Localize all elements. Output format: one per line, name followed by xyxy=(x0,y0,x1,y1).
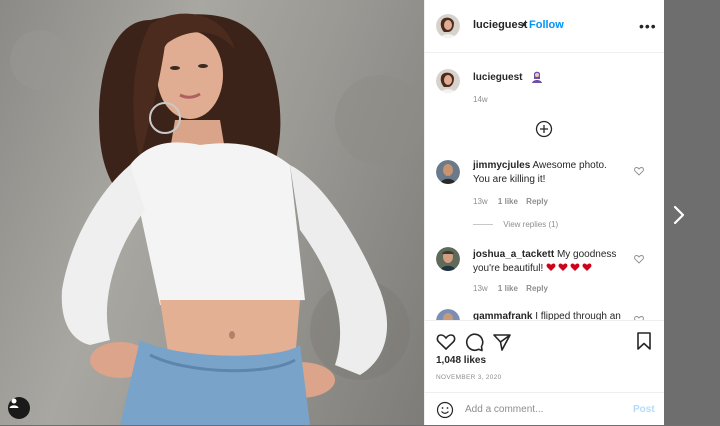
save-bookmark-icon[interactable] xyxy=(635,331,653,351)
next-arrow-icon[interactable] xyxy=(669,200,689,230)
comment-username[interactable]: gammafrank xyxy=(473,311,532,320)
caption-avatar[interactable] xyxy=(436,69,460,93)
add-comment-bar: Post xyxy=(425,392,664,426)
post-photo[interactable] xyxy=(0,0,424,425)
comment-username[interactable]: jimmycjules xyxy=(473,160,530,171)
comment-meta: 13w 1 like Reply xyxy=(473,284,548,293)
comment-time: 13w xyxy=(473,284,488,293)
separator-dot: • xyxy=(522,19,526,31)
comments-list[interactable]: lucieguest 14w jimmycjules Awesome photo… xyxy=(425,53,664,320)
view-replies-label: View replies (1) xyxy=(503,220,559,229)
emoji-smiley-icon[interactable] xyxy=(436,401,454,419)
caption-emoji-icon xyxy=(531,70,543,88)
share-paper-plane-icon[interactable] xyxy=(492,332,512,352)
comment-avatar[interactable] xyxy=(436,160,460,184)
follow-button[interactable]: Follow xyxy=(529,19,564,31)
post-header: lucieguest • Follow ••• xyxy=(425,0,664,53)
reply-button[interactable]: Reply xyxy=(526,284,548,293)
post-side-panel: lucieguest • Follow ••• lucieguest 14w j… xyxy=(424,0,664,425)
comment-time: 13w xyxy=(473,197,488,206)
comment-likes[interactable]: 1 like xyxy=(498,197,518,206)
view-replies-button[interactable]: View replies (1) xyxy=(473,220,558,229)
header-username[interactable]: lucieguest xyxy=(473,19,527,31)
user-tag-icon[interactable] xyxy=(8,397,30,419)
caption-username[interactable]: lucieguest xyxy=(473,71,522,85)
likes-count[interactable]: 1,048 likes xyxy=(436,355,486,366)
comment-avatar[interactable] xyxy=(436,247,460,271)
add-comment-input[interactable] xyxy=(463,403,627,416)
more-options-icon[interactable]: ••• xyxy=(639,18,657,34)
heart-emojis xyxy=(546,263,594,274)
comment-avatar[interactable] xyxy=(436,309,460,320)
like-heart-icon[interactable] xyxy=(436,332,456,352)
post-comment-button[interactable]: Post xyxy=(633,404,655,415)
load-more-comments-button[interactable] xyxy=(535,120,553,138)
caption-time: 14w xyxy=(473,95,488,104)
comment-username[interactable]: joshua_a_tackett xyxy=(473,249,554,260)
comment-like-heart-icon[interactable] xyxy=(634,254,644,264)
comment-meta: 13w 1 like Reply xyxy=(473,197,548,206)
plus-circle-icon xyxy=(535,120,553,138)
comment-like-heart-icon[interactable] xyxy=(634,166,644,176)
post-date: NOVEMBER 3, 2020 xyxy=(436,374,502,381)
comment-text: I flipped through an xyxy=(535,311,621,320)
comment-bubble-icon[interactable] xyxy=(464,332,484,352)
comment-likes[interactable]: 1 like xyxy=(498,284,518,293)
reply-button[interactable]: Reply xyxy=(526,197,548,206)
photo-figure xyxy=(10,13,424,425)
replies-line xyxy=(473,224,493,226)
avatar[interactable] xyxy=(436,14,460,38)
